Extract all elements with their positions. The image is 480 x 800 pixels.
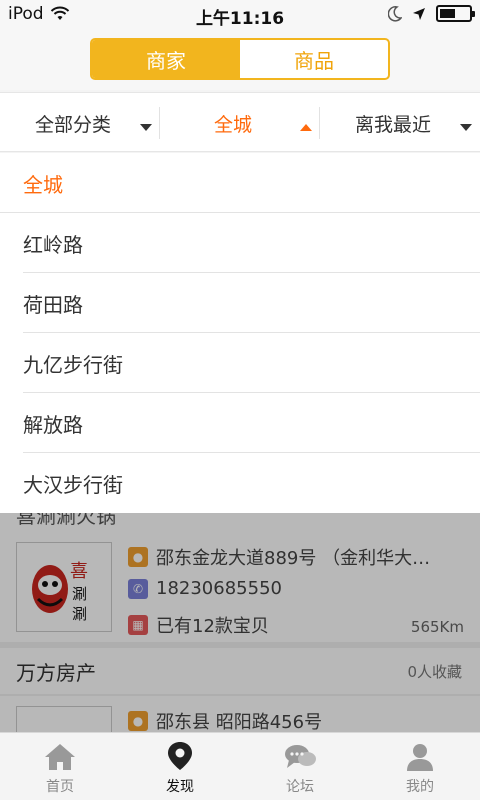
tab-forum[interactable]: 论坛 (240, 733, 360, 800)
tab-products[interactable]: 商品 (240, 40, 388, 78)
dropdown-item[interactable]: 大汉步行街 (0, 453, 480, 513)
filter-bar: 全部分类 全城 离我最近 (0, 92, 480, 152)
tab-label: 发现 (166, 779, 194, 795)
tab-mine[interactable]: 我的 (360, 733, 480, 800)
tab-merchants[interactable]: 商家 (92, 40, 240, 78)
dropdown-item[interactable]: 九亿步行街 (0, 333, 480, 393)
bottom-tab-bar: 首页 发现 论坛 我的 (0, 732, 480, 800)
dropdown-item-label: 荷田路 (23, 292, 83, 317)
tab-label: 论坛 (286, 779, 314, 795)
filter-category-label: 全部分类 (34, 113, 111, 136)
dropdown-item-label: 全城 (23, 172, 63, 197)
filter-category[interactable]: 全部分类 (0, 93, 160, 153)
chevron-down-icon (140, 124, 152, 131)
dropdown-item[interactable]: 解放路 (0, 393, 480, 453)
filter-area-label: 全城 (213, 113, 252, 136)
dropdown-item-label: 解放路 (23, 412, 83, 437)
chevron-down-icon (460, 124, 472, 131)
filter-sort-label: 离我最近 (354, 113, 431, 136)
chat-bubbles-icon (285, 745, 316, 768)
status-bar: iPod 上午11:16 (0, 0, 480, 30)
filter-sort[interactable]: 离我最近 (320, 93, 480, 153)
tab-label: 我的 (406, 779, 434, 795)
dropdown-item-all-city[interactable]: 全城 (0, 153, 480, 213)
tab-discover[interactable]: 发现 (120, 733, 240, 800)
area-dropdown: 全城 红岭路 荷田路 九亿步行街 解放路 大汉步行街 (0, 153, 480, 513)
filter-area[interactable]: 全城 (160, 93, 320, 153)
dropdown-item[interactable]: 荷田路 (0, 273, 480, 333)
dropdown-item[interactable]: 红岭路 (0, 213, 480, 273)
chevron-up-icon (300, 124, 312, 131)
header: 商家 商品 (0, 30, 480, 90)
moon-icon (388, 5, 402, 22)
battery-icon (436, 5, 475, 22)
segmented-control: 商家 商品 (90, 38, 390, 80)
user-icon (407, 744, 433, 771)
location-arrow-icon (413, 7, 425, 20)
dropdown-item-label: 九亿步行街 (23, 352, 123, 377)
dropdown-item-label: 大汉步行街 (23, 472, 123, 497)
dropdown-item-label: 红岭路 (23, 232, 83, 257)
tab-label: 首页 (46, 779, 74, 795)
home-icon (45, 744, 75, 770)
location-pin-icon (168, 742, 192, 770)
tab-home[interactable]: 首页 (0, 733, 120, 800)
